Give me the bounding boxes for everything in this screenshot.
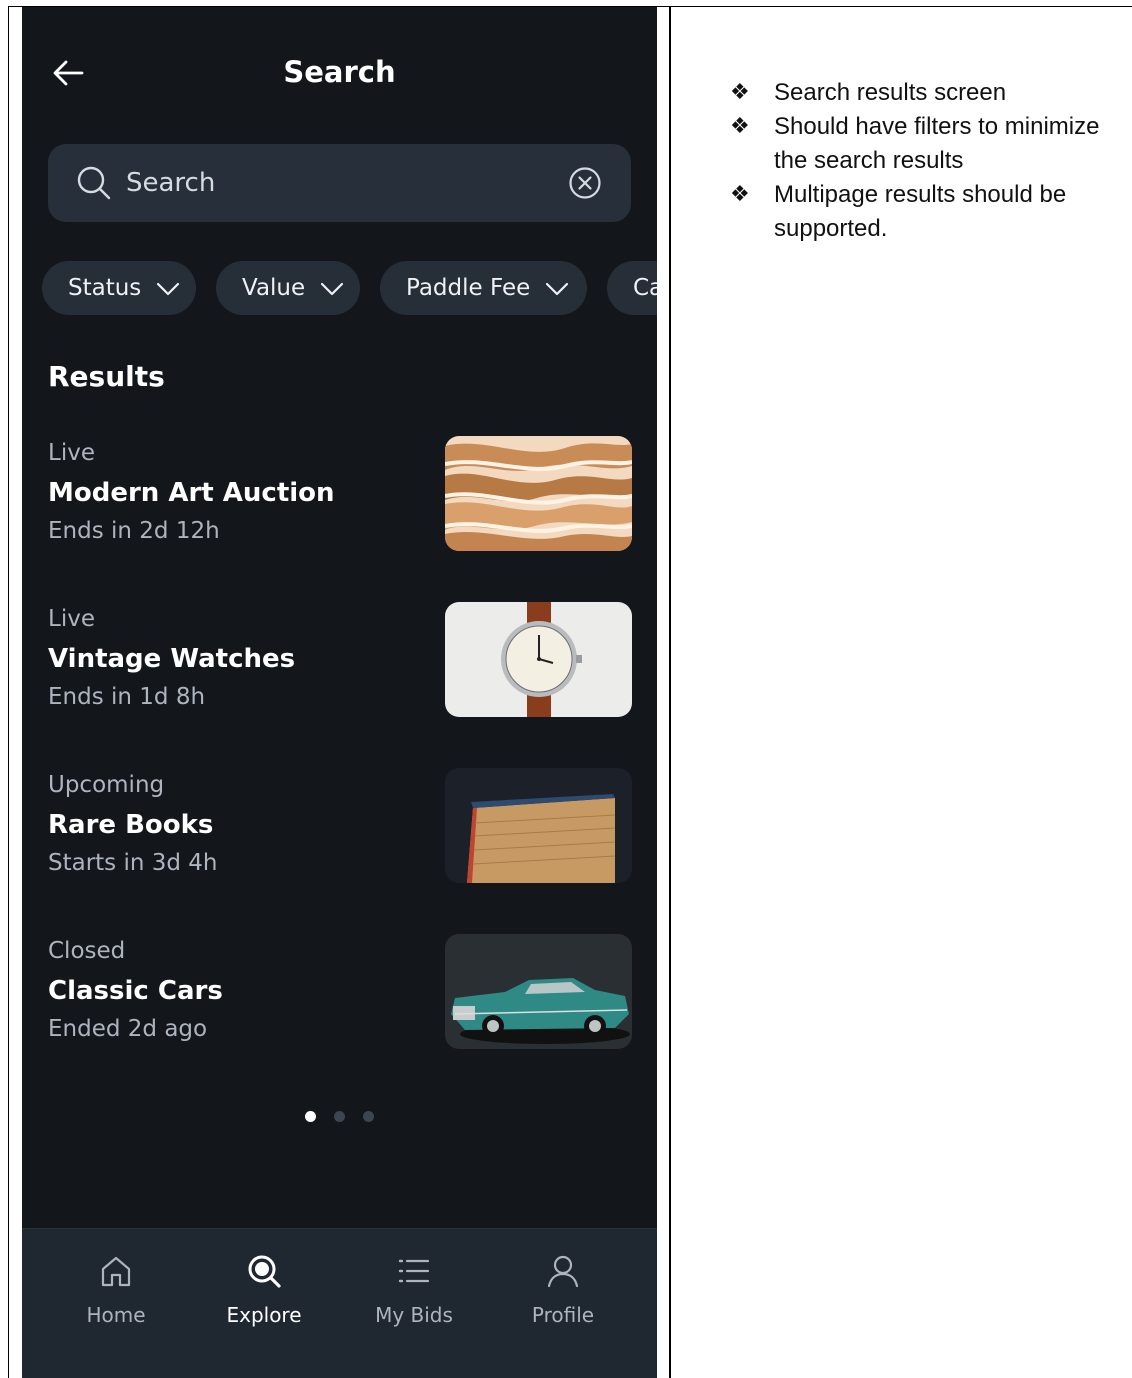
diamond-bullet-icon: ❖ <box>730 182 750 207</box>
diamond-bullet-icon: ❖ <box>730 80 750 105</box>
note-item: ❖ Should have filters to minimize the se… <box>730 110 1130 178</box>
nav-item-explore[interactable]: Explore <box>189 1229 339 1378</box>
search-input[interactable] <box>126 160 526 206</box>
note-text: Should have filters to minimize the sear… <box>774 113 1100 174</box>
filter-chip-value[interactable]: Value <box>216 261 360 315</box>
filter-chip-status[interactable]: Status <box>42 261 196 315</box>
result-time: Ends in 1d 8h <box>48 684 206 710</box>
chevron-down-icon <box>321 282 344 296</box>
result-item-modern-art[interactable]: Live Modern Art Auction Ends in 2d 12h <box>48 436 632 552</box>
chevron-down-icon <box>546 282 569 296</box>
filter-chips: Status Value Paddle Fee Ca <box>42 261 657 315</box>
page-dot-3[interactable] <box>363 1111 374 1122</box>
note-text: Search results screen <box>774 79 1007 106</box>
result-item-vintage-watches[interactable]: Live Vintage Watches Ends in 1d 8h <box>48 602 632 718</box>
nav-label: My Bids <box>375 1303 453 1327</box>
filter-chip-category[interactable]: Ca <box>607 261 657 315</box>
result-title: Rare Books <box>48 810 214 840</box>
result-time: Ended 2d ago <box>48 1016 208 1042</box>
search-icon <box>77 166 111 200</box>
list-icon <box>398 1259 430 1283</box>
result-status: Closed <box>48 938 126 964</box>
filter-chip-paddle-fee[interactable]: Paddle Fee <box>380 261 587 315</box>
result-item-classic-cars[interactable]: Closed Classic Cars Ended 2d ago <box>48 934 632 1050</box>
results-heading: Results <box>48 360 165 393</box>
note-text: Multipage results should be supported. <box>774 181 1067 242</box>
page-title: Search <box>283 55 396 89</box>
top-bar: Search <box>22 7 657 137</box>
clear-circle-icon[interactable] <box>568 166 602 200</box>
result-time: Starts in 3d 4h <box>48 850 218 876</box>
result-time: Ends in 2d 12h <box>48 518 220 544</box>
bottom-nav: Home Explore My Bids Profile <box>22 1228 657 1378</box>
search-bar[interactable] <box>48 144 631 222</box>
page-dot-1[interactable] <box>305 1111 316 1122</box>
result-status: Upcoming <box>48 772 165 798</box>
result-title: Classic Cars <box>48 976 223 1006</box>
note-item: ❖ Multipage results should be supported. <box>730 178 1130 246</box>
result-status: Live <box>48 440 95 466</box>
phone-screen: Search Status Value Paddle Fee Ca Result… <box>22 7 657 1378</box>
page-dot-2[interactable] <box>334 1111 345 1122</box>
nav-label: Explore <box>226 1303 302 1327</box>
car-thumbnail <box>445 934 632 1049</box>
pagination-dots <box>22 1107 657 1122</box>
nav-label: Profile <box>531 1303 595 1327</box>
filter-chip-label: Ca <box>633 275 657 301</box>
result-title: Modern Art Auction <box>48 478 335 508</box>
nav-label: Home <box>86 1303 146 1327</box>
diamond-bullet-icon: ❖ <box>730 114 750 139</box>
result-item-rare-books[interactable]: Upcoming Rare Books Starts in 3d 4h <box>48 768 632 884</box>
nav-item-home[interactable]: Home <box>41 1229 191 1378</box>
result-title: Vintage Watches <box>48 644 296 674</box>
result-status: Live <box>48 606 95 632</box>
user-icon <box>547 1255 579 1288</box>
filter-chip-label: Status <box>68 275 142 301</box>
filter-chip-label: Value <box>242 275 306 301</box>
note-item: ❖ Search results screen <box>730 76 1130 110</box>
watch-thumbnail <box>445 602 632 717</box>
search-icon <box>248 1255 281 1288</box>
home-icon <box>101 1256 131 1287</box>
nav-item-my-bids[interactable]: My Bids <box>339 1229 489 1378</box>
abstract-art-thumbnail <box>445 436 632 551</box>
book-thumbnail <box>445 768 632 883</box>
chevron-down-icon <box>157 282 180 296</box>
requirements-notes: ❖ Search results screen ❖ Should have fi… <box>730 76 1130 246</box>
filter-chip-label: Paddle Fee <box>406 275 531 301</box>
nav-item-profile[interactable]: Profile <box>488 1229 638 1378</box>
table-column-divider <box>669 6 671 1378</box>
